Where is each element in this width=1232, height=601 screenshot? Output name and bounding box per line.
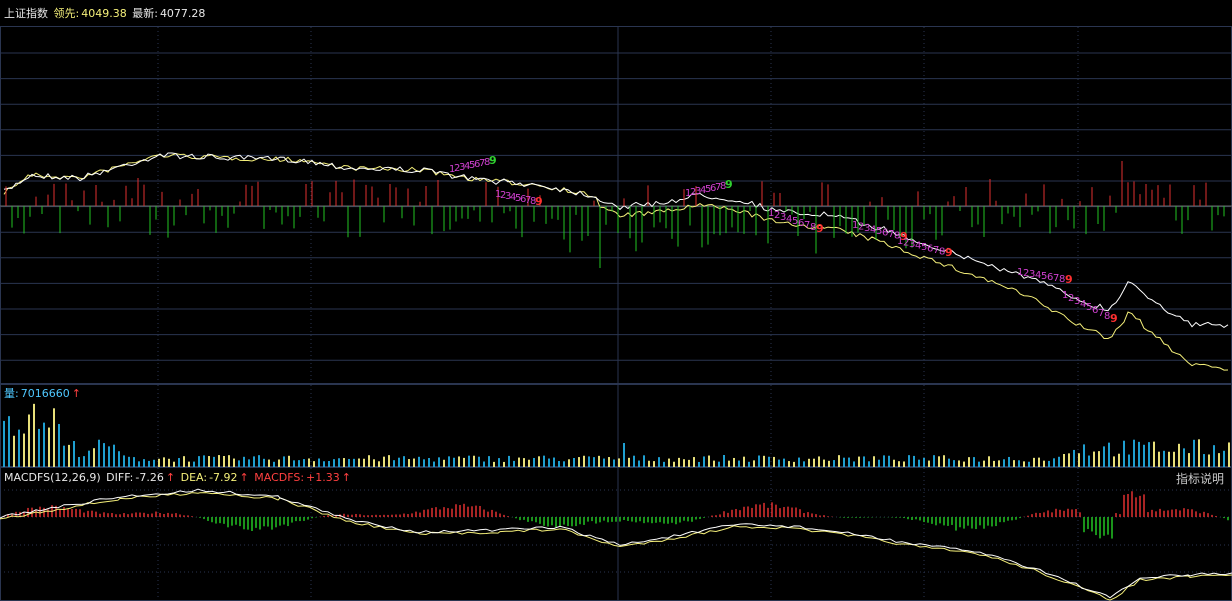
diff-label: DIFF: (106, 471, 134, 484)
macd-name: MACDFS(12,26,9) (4, 471, 101, 484)
dea-value: -7.92 (209, 471, 238, 484)
td-count-9: 9 (816, 222, 824, 235)
volume-value: 7016660 (20, 387, 70, 400)
td-count-9: 9 (945, 246, 953, 259)
td-count-9: 9 (1110, 312, 1118, 325)
td-count-9: 9 (1065, 273, 1073, 286)
latest-label: 最新: (132, 7, 158, 20)
latest-line (3, 152, 1229, 329)
macdfs-value: +1.33 (306, 471, 340, 484)
lead-label: 领先: (53, 7, 80, 20)
price-panel-header: 上证指数 领先: 4049.38 最新: 4077.28 (4, 6, 207, 22)
dea-label: DEA: (180, 471, 208, 484)
volume-panel-header: 量: 7016660 ↑ (4, 386, 83, 402)
td-count-9: 9 (489, 154, 497, 167)
lead-value: 4049.38 (81, 7, 127, 20)
macdfs-label: MACDFS: (254, 471, 305, 484)
td-count-9: 9 (725, 178, 733, 191)
diff-value: -7.26 (135, 471, 164, 484)
volume-arrow-icon: ↑ (71, 387, 81, 400)
diff-line (0, 488, 1232, 599)
dea-line (0, 492, 1232, 601)
macd-panel-header: MACDFS(12,26,9) DIFF: -7.26 ↑ DEA: -7.92 ↑ M… (4, 470, 353, 486)
chart-canvas[interactable]: 1234567891234567891234567891 2 3 4 5 6 7 8 9 1 2 3 4… (0, 0, 1232, 601)
volume-label: 量: (4, 387, 19, 400)
indicator-help-button[interactable]: 指标说明 (1176, 470, 1224, 487)
td-count-9: 9 (535, 195, 543, 208)
macdfs-arrow-icon: ↑ (341, 471, 351, 484)
macd-panel-frame (0, 467, 1232, 601)
latest-value: 4077.28 (159, 7, 206, 20)
dea-arrow-icon: ↑ (239, 471, 249, 484)
price-panel-frame (0, 26, 1232, 384)
volume-panel-frame (0, 384, 1232, 467)
diff-arrow-icon: ↑ (165, 471, 176, 484)
index-name: 上证指数 (4, 7, 48, 20)
